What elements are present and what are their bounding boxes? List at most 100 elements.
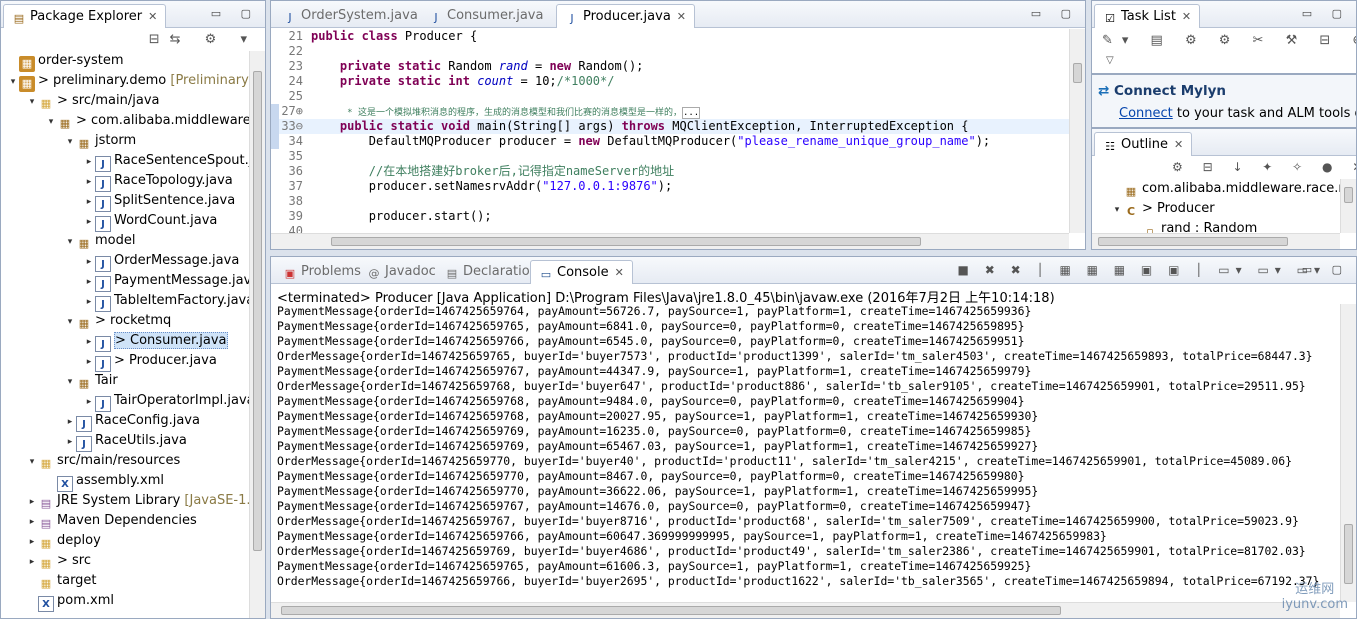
collapsed-twisty-icon[interactable]: ▸ <box>83 332 95 352</box>
collapsed-twisty-icon[interactable]: ▸ <box>83 192 95 212</box>
tree-item[interactable]: Xpom.xml <box>1 591 249 612</box>
expanded-twisty-icon[interactable]: ▾ <box>7 72 19 92</box>
code-line[interactable]: 22 <box>271 44 1069 59</box>
tree-item[interactable]: ▸ J OrderMessage.java <box>1 251 249 272</box>
tab-outline[interactable]: ☷ Outline ✕ <box>1094 132 1193 156</box>
collapsed-twisty-icon[interactable]: ▸ <box>26 492 38 512</box>
tab-problems[interactable]: ▣ Problems <box>275 260 369 284</box>
tree-item[interactable]: ▸ ▤ JRE System Library [JavaSE-1.6] <box>1 491 264 512</box>
outline-toolbar[interactable]: ⚙ ⊟ ↓ ✦ ✧ ● ✕ ▾ <box>1172 160 1356 174</box>
collapsed-twisty-icon[interactable]: ▸ <box>83 212 95 232</box>
task-list-toolbar[interactable]: ✎▾ ▤ ⚙ ⚙ ✂ ⚒ ⊟ ⊕ <box>1102 33 1356 48</box>
code-line[interactable]: 23 private static Random rand = new Rand… <box>271 59 1069 74</box>
outline-horizontal-scrollbar[interactable] <box>1092 233 1340 249</box>
close-icon[interactable]: ✕ <box>1174 138 1183 151</box>
expanded-twisty-icon[interactable]: ▾ <box>64 372 76 392</box>
collapsed-twisty-icon[interactable]: ▸ <box>83 172 95 192</box>
expanded-twisty-icon[interactable]: ▾ <box>1111 200 1123 220</box>
editor-vertical-scrollbar[interactable] <box>1069 29 1085 233</box>
expanded-twisty-icon[interactable]: ▾ <box>45 112 57 132</box>
tree-item[interactable]: ▸ J RaceTopology.java <box>1 171 249 192</box>
tree-item[interactable]: ▸ J RaceUtils.java <box>1 431 249 452</box>
package-explorer-toolbar[interactable]: ⊟⇆ ⚙ ▾ <box>149 32 257 47</box>
console-toolbar[interactable]: ■ ✖ ✖ │ ▦ ▦ ▦ ▣ ▣ │ ▭▾ ▭▾ ▭▾ <box>958 263 1326 277</box>
collapsed-twisty-icon[interactable]: ▸ <box>64 412 76 432</box>
collapsed-twisty-icon[interactable]: ▸ <box>26 552 38 572</box>
code-line[interactable]: 24 private static int count = 10;/*1000*… <box>271 74 1069 89</box>
view-window-buttons[interactable]: ▭ ▢ <box>211 7 259 20</box>
code-area[interactable]: 21 public class Producer {22 23 private st… <box>271 29 1069 238</box>
code-line[interactable]: 27⊕ * 这是一个模拟堆积消息的程序，生成的消息模型和我们比赛的消息模型是一样… <box>271 104 1069 119</box>
tree-item[interactable]: ▦ target <box>1 571 249 591</box>
tree-item[interactable]: ▾▦> preliminary.demo [PreliminaryDem <box>1 71 265 92</box>
collapsed-twisty-icon[interactable]: ▸ <box>83 152 95 172</box>
tree-item[interactable]: ▾ ▦ > src/main/java <box>1 91 249 111</box>
expanded-twisty-icon[interactable]: ▾ <box>26 452 38 472</box>
code-line[interactable]: 36 //在本地搭建好broker后,记得指定nameServer的地址 <box>271 164 1069 179</box>
tab-javadoc[interactable]: @ Javadoc <box>359 260 444 284</box>
tab-ordersystem-java[interactable]: J OrderSystem.java <box>275 4 426 28</box>
tree-item[interactable]: ▦ com.alibaba.middleware.race.rocl <box>1092 179 1356 199</box>
editor-horizontal-scrollbar[interactable] <box>271 233 1069 249</box>
tree-item[interactable]: ▾ ▦ jstorm <box>1 131 249 151</box>
tree-item[interactable]: ▾ ▦ > rocketmq <box>1 311 249 331</box>
tree-item[interactable]: ▸ J RaceConfig.java <box>1 411 249 432</box>
code-line[interactable]: 33⊖ public static void main(String[] arg… <box>271 119 1069 134</box>
tree-item[interactable]: ▦ order-system <box>1 51 249 72</box>
tab-producer-java[interactable]: J Producer.java ✕ <box>556 4 696 28</box>
code-line[interactable]: 37 producer.setNamesrvAddr("127.0.0.1:98… <box>271 179 1069 194</box>
expanded-twisty-icon[interactable]: ▾ <box>64 132 76 152</box>
tree-item[interactable]: ▾ C > Producer <box>1092 199 1340 219</box>
close-icon[interactable]: ✕ <box>677 10 686 23</box>
tree-item[interactable]: ▸ J > Producer.java <box>1 351 249 372</box>
collapsed-twisty-icon[interactable]: ▸ <box>83 272 95 292</box>
collapsed-twisty-icon[interactable]: ▸ <box>64 432 76 452</box>
tab-package-explorer[interactable]: ▤ Package Explorer ✕ <box>3 4 167 28</box>
code-line[interactable]: 21 public class Producer { <box>271 29 1069 44</box>
view-window-buttons[interactable]: ▭ ▢ <box>1302 7 1350 20</box>
tree-item[interactable]: ▸ J WordCount.java <box>1 211 249 232</box>
code-line[interactable]: 25 <box>271 89 1069 104</box>
tree-item[interactable]: ▸ J RaceSentenceSpout.java <box>1 151 265 172</box>
collapsed-twisty-icon[interactable]: ▸ <box>83 392 95 412</box>
console-vertical-scrollbar[interactable] <box>1340 304 1356 602</box>
connect-link[interactable]: Connect <box>1119 106 1173 121</box>
view-window-buttons[interactable]: ▭ ▢ <box>1031 7 1079 20</box>
tree-item[interactable]: ▸ J PaymentMessage.java <box>1 271 259 292</box>
tree-item[interactable]: ▸ J TableItemFactory.java <box>1 291 254 312</box>
collapsed-twisty-icon[interactable]: ▸ <box>83 352 95 372</box>
close-icon[interactable]: ✕ <box>148 10 157 23</box>
tree-item[interactable]: ▾ ▦ src/main/resources <box>1 451 249 471</box>
collapsed-twisty-icon[interactable]: ▸ <box>26 512 38 532</box>
tree-item[interactable]: Xassembly.xml <box>1 471 249 492</box>
collapsed-twisty-icon[interactable]: ▸ <box>83 252 95 272</box>
tab-console[interactable]: ▭ Console ✕ <box>530 260 633 284</box>
tree-item[interactable]: ▸ J > Consumer.java <box>1 331 249 352</box>
tree-item[interactable]: ▾ ▦ > com.alibaba.middleware.ra <box>1 111 265 132</box>
expanded-twisty-icon[interactable]: ▾ <box>64 312 76 332</box>
tree-item[interactable]: ▾ ▦ Tair <box>1 371 249 391</box>
tab-consumer-java[interactable]: J Consumer.java <box>421 4 551 28</box>
console-horizontal-scrollbar[interactable] <box>271 602 1340 618</box>
console-output[interactable]: PaymentMessage{orderId=1467425659764, pa… <box>277 304 1340 589</box>
tree-item[interactable]: ▾ ▦ model <box>1 231 249 251</box>
tree-item[interactable]: ▸ ▦ deploy <box>1 531 249 551</box>
code-line[interactable]: 35 <box>271 149 1069 164</box>
collapsed-twisty-icon[interactable]: ▸ <box>26 532 38 552</box>
close-icon[interactable]: ✕ <box>1182 10 1191 23</box>
view-window-buttons[interactable]: ▭ ▢ <box>1302 263 1350 276</box>
expanded-twisty-icon[interactable]: ▾ <box>26 92 38 112</box>
code-line[interactable]: 34 DefaultMQProducer producer = new Defa… <box>271 134 1069 149</box>
collapsed-twisty-icon[interactable]: ▸ <box>83 292 95 312</box>
close-icon[interactable]: ✕ <box>615 266 624 279</box>
tab-task-list[interactable]: ☑ Task List ✕ <box>1094 4 1201 28</box>
code-line[interactable]: 38 <box>271 194 1069 209</box>
expanded-twisty-icon[interactable]: ▾ <box>64 232 76 252</box>
tree-item[interactable]: ▸ J TairOperatorImpl.java <box>1 391 255 412</box>
chevron-down-icon[interactable]: ▽ <box>1106 55 1114 66</box>
package-explorer-scrollbar[interactable] <box>249 51 265 618</box>
code-line[interactable]: 39 producer.start(); <box>271 209 1069 224</box>
tree-item[interactable]: ▸ J SplitSentence.java <box>1 191 249 212</box>
tree-item[interactable]: ▸ ▤ Maven Dependencies <box>1 511 249 531</box>
tree-item[interactable]: ▸ ▦ > src <box>1 551 249 571</box>
